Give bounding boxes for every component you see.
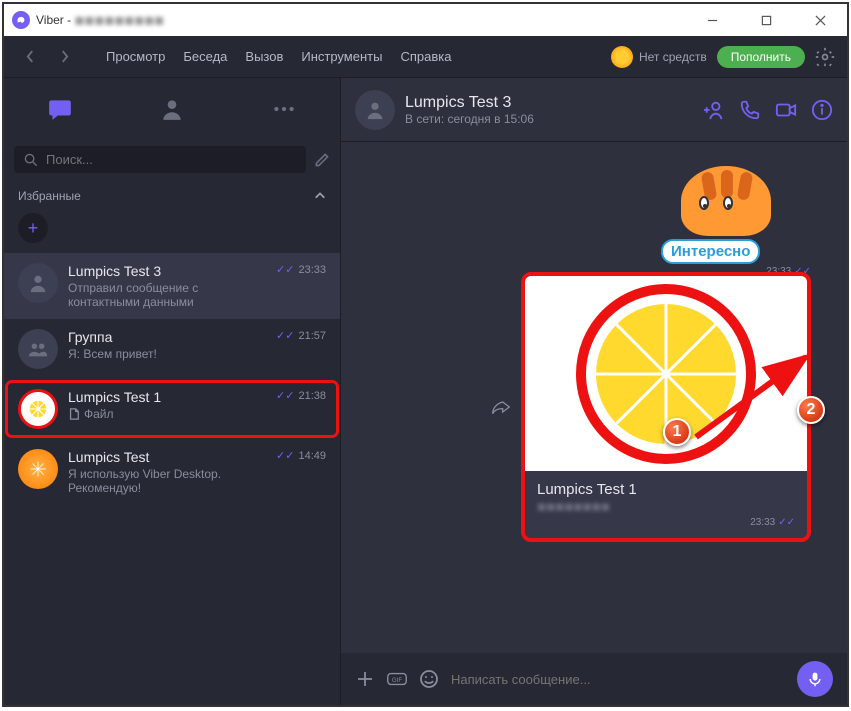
contact-card-name: Lumpics Test 1 bbox=[537, 481, 795, 498]
add-favorite-button[interactable]: + bbox=[18, 213, 48, 243]
chat-preview: Файл bbox=[68, 407, 266, 421]
compose-icon[interactable] bbox=[314, 152, 330, 168]
read-checks-icon: ✓✓ bbox=[276, 449, 294, 462]
settings-icon[interactable] bbox=[815, 47, 835, 67]
group-avatar-icon bbox=[18, 329, 58, 369]
sidebar: Избранные + Lumpics Test 3 Отправил сооб… bbox=[4, 78, 341, 705]
close-button[interactable] bbox=[805, 10, 835, 30]
read-checks-icon: ✓✓ bbox=[778, 517, 795, 528]
chat-time: 23:33 bbox=[298, 264, 326, 276]
read-checks-icon: ✓✓ bbox=[276, 329, 294, 342]
chat-preview: Я: Всем привет! bbox=[68, 347, 266, 361]
read-checks-icon: ✓✓ bbox=[276, 389, 294, 402]
tab-chats[interactable] bbox=[33, 87, 88, 131]
chat-item[interactable]: Lumpics Test Я использую Viber Desktop. … bbox=[4, 439, 340, 505]
chat-item[interactable]: Lumpics Test 3 Отправил сообщение с конт… bbox=[4, 253, 340, 319]
sticker-image bbox=[661, 146, 791, 241]
menu-help[interactable]: Справка bbox=[400, 49, 451, 64]
chat-time: 14:49 bbox=[298, 450, 326, 462]
sticker-message[interactable]: Интересно 23:33✓✓ bbox=[661, 146, 811, 277]
header-avatar-icon bbox=[355, 90, 395, 130]
voice-message-button[interactable] bbox=[797, 661, 833, 697]
favorites-header: Избранные bbox=[18, 189, 81, 203]
topup-button[interactable]: Пополнить bbox=[717, 46, 805, 68]
chat-name: Lumpics Test bbox=[68, 449, 266, 465]
add-participant-icon[interactable] bbox=[703, 99, 725, 121]
tab-more[interactable] bbox=[257, 87, 312, 131]
message-composer: GIF bbox=[341, 653, 847, 705]
nav-back[interactable] bbox=[16, 45, 44, 69]
nav-forward[interactable] bbox=[50, 45, 78, 69]
composer-input[interactable] bbox=[451, 672, 785, 687]
message-time: 23:33 bbox=[750, 517, 775, 528]
chat-name: Lumpics Test 1 bbox=[68, 389, 266, 405]
search-icon bbox=[24, 153, 38, 167]
chat-time: 21:38 bbox=[298, 390, 326, 402]
annotation-callout-2: 2 bbox=[797, 396, 825, 424]
menu-call[interactable]: Вызов bbox=[245, 49, 283, 64]
annotation-arrow bbox=[691, 347, 821, 447]
viber-logo-icon bbox=[12, 11, 30, 29]
conversation-header: Lumpics Test 3 В сети: сегодня в 15:06 bbox=[341, 78, 847, 142]
lemon-avatar-icon bbox=[18, 389, 58, 429]
header-contact-name: Lumpics Test 3 bbox=[405, 94, 534, 112]
video-call-icon[interactable] bbox=[775, 99, 797, 121]
menu-view[interactable]: Просмотр bbox=[106, 49, 165, 64]
balance-pill[interactable]: Нет средств bbox=[611, 46, 707, 68]
app-name: Viber bbox=[36, 13, 64, 27]
chat-item[interactable]: Группа Я: Всем привет! ✓✓ 21:57 bbox=[4, 319, 340, 379]
avatar-icon bbox=[18, 263, 58, 303]
chat-time: 21:57 bbox=[298, 330, 326, 342]
read-checks-icon: ✓✓ bbox=[276, 263, 294, 276]
search-field[interactable] bbox=[14, 146, 306, 173]
chat-preview: Отправил сообщение с контактными данными bbox=[68, 281, 266, 309]
messages-area: 1 2 Ин bbox=[341, 142, 847, 653]
chat-preview: Я использую Viber Desktop. Рекомендую! bbox=[68, 467, 266, 495]
sticker-text: Интересно bbox=[661, 239, 760, 264]
menu-chat[interactable]: Беседа bbox=[183, 49, 227, 64]
balance-avatar-icon bbox=[611, 46, 633, 68]
call-icon[interactable] bbox=[739, 99, 761, 121]
chat-name: Lumpics Test 3 bbox=[68, 263, 266, 279]
conversation-panel: Lumpics Test 3 В сети: сегодня в 15:06 1 bbox=[341, 78, 847, 705]
orange-avatar-icon bbox=[18, 449, 58, 489]
window-titlebar: Viber - ◼◼◼◼◼◼◼◼◼ bbox=[4, 4, 847, 36]
search-input[interactable] bbox=[46, 152, 296, 167]
menubar: Просмотр Беседа Вызов Инструменты Справк… bbox=[4, 36, 847, 78]
title-phone-blur: ◼◼◼◼◼◼◼◼◼ bbox=[74, 13, 164, 27]
contact-card-sub: ◼◼◼◼◼◼◼◼ bbox=[537, 500, 795, 513]
chat-name: Группа bbox=[68, 329, 266, 345]
attach-icon[interactable] bbox=[355, 669, 375, 689]
collapse-icon[interactable] bbox=[314, 190, 326, 202]
maximize-button[interactable] bbox=[751, 10, 781, 30]
sticker-icon[interactable] bbox=[419, 669, 439, 689]
minimize-button[interactable] bbox=[697, 10, 727, 30]
forward-icon[interactable] bbox=[491, 398, 511, 416]
header-status: В сети: сегодня в 15:06 bbox=[405, 112, 534, 126]
balance-text: Нет средств bbox=[639, 50, 707, 64]
menu-tools[interactable]: Инструменты bbox=[301, 49, 382, 64]
gif-icon[interactable]: GIF bbox=[387, 669, 407, 689]
svg-text:GIF: GIF bbox=[392, 677, 402, 684]
annotation-callout-1: 1 bbox=[663, 418, 691, 446]
file-icon bbox=[68, 408, 80, 420]
chat-item-highlighted[interactable]: Lumpics Test 1 Файл ✓✓ 21:38 bbox=[4, 379, 340, 439]
tab-contacts[interactable] bbox=[145, 87, 200, 131]
info-icon[interactable] bbox=[811, 99, 833, 121]
